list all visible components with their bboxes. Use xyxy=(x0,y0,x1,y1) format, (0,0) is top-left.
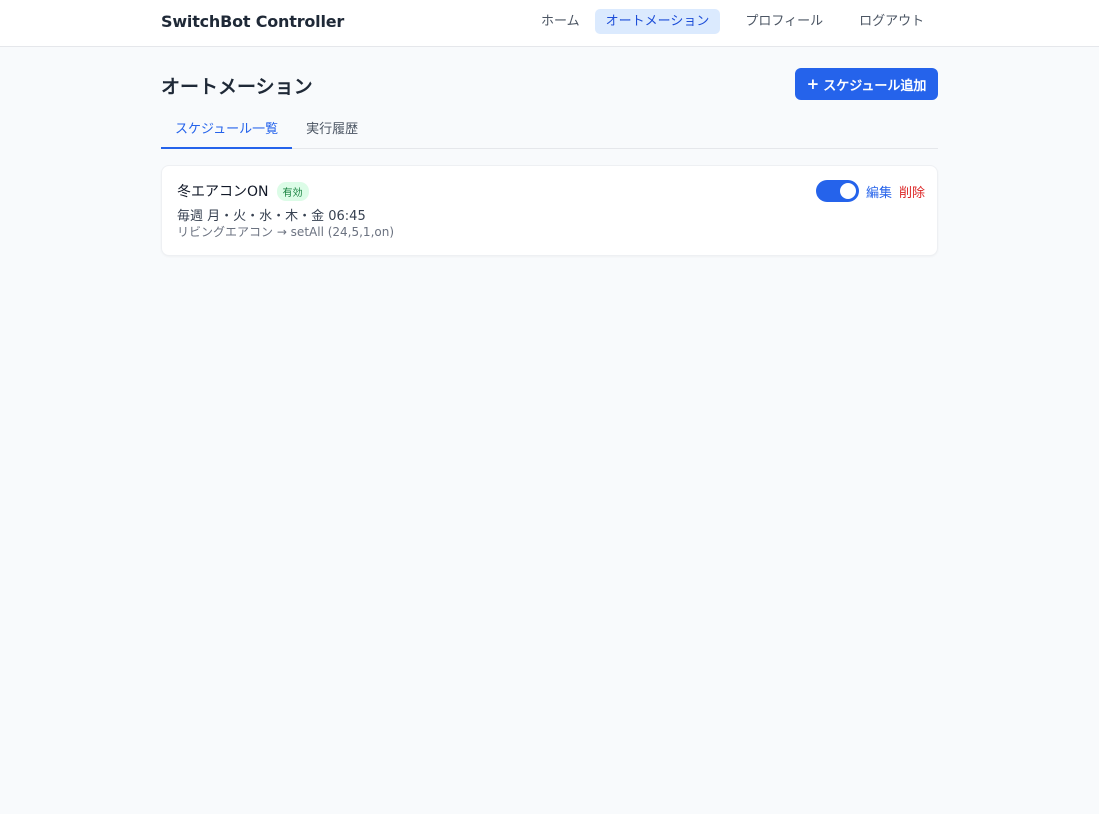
edit-link[interactable]: 編集 xyxy=(866,182,892,201)
top-bar: SwitchBot Controller ホーム オートメーション プロフィール… xyxy=(0,0,1099,47)
toggle-knob xyxy=(840,183,856,199)
nav-item-home[interactable]: ホーム xyxy=(530,9,591,34)
enable-toggle[interactable] xyxy=(816,180,859,202)
add-schedule-button[interactable]: + スケジュール追加 xyxy=(795,68,938,100)
schedule-timing: 毎週 月・火・水・木・金 06:45 xyxy=(177,209,366,224)
status-badge: 有効 xyxy=(276,181,309,201)
tab-bar: スケジュール一覧 実行履歴 xyxy=(161,113,938,149)
tab-execution-history[interactable]: 実行履歴 xyxy=(292,113,372,149)
schedule-action: リビングエアコン → setAll (24,5,1,on) xyxy=(177,225,395,239)
tab-schedule-list[interactable]: スケジュール一覧 xyxy=(161,113,293,149)
delete-link[interactable]: 削除 xyxy=(899,182,925,201)
schedule-title-row: 冬エアコンON 有効 xyxy=(177,181,309,201)
schedule-name: 冬エアコンON xyxy=(177,184,269,200)
page-title: オートメーション xyxy=(161,76,313,98)
schedule-card: 冬エアコンON 有効 毎週 月・火・水・木・金 06:45 リビングエアコン →… xyxy=(161,165,938,256)
main-nav: ホーム オートメーション プロフィール ログアウト xyxy=(530,9,939,34)
nav-item-profile[interactable]: プロフィール xyxy=(734,9,834,34)
nav-item-logout[interactable]: ログアウト xyxy=(848,9,935,34)
add-schedule-label: スケジュール追加 xyxy=(823,78,927,94)
brand-title: SwitchBot Controller xyxy=(161,12,345,31)
nav-item-automation[interactable]: オートメーション xyxy=(594,9,721,34)
plus-icon: + xyxy=(806,75,820,93)
